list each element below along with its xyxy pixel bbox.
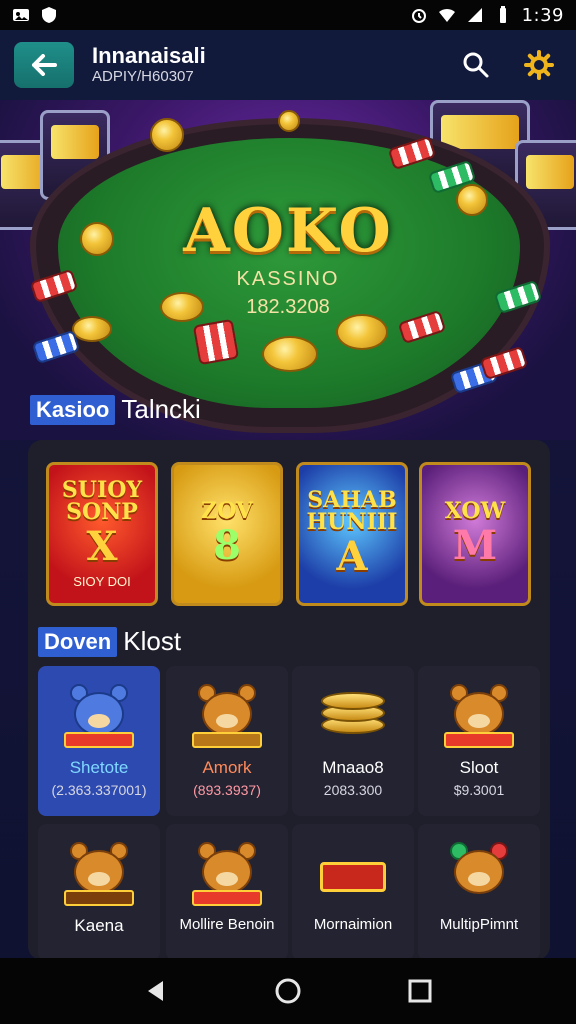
hero-banner[interactable]: AOKO KASSINO 182.3208 [0, 100, 576, 440]
shield-icon [42, 7, 56, 23]
section-title-featured: Kasioo Talncki [30, 394, 201, 425]
signal-icon [467, 8, 482, 22]
system-nav-bar [0, 958, 576, 1024]
back-nav-icon[interactable] [143, 978, 169, 1004]
battery-icon [499, 6, 506, 23]
coin-icon [336, 314, 388, 350]
game-tile[interactable]: Amork (893.3937) [166, 666, 288, 816]
section-label: Talncki [121, 394, 201, 424]
game-title: Amork [202, 758, 252, 777]
bear-icon [192, 680, 262, 750]
search-icon[interactable] [462, 51, 490, 79]
bear-icon [64, 838, 134, 908]
game-tile[interactable]: Mnaao8 2083.300 [292, 666, 414, 816]
game-title: Mornaimion [313, 916, 393, 933]
app-bar: Innanaisali ADPIY/H60307 [0, 30, 576, 100]
jackpot-amount: 182.3208 [246, 296, 330, 318]
casino-logo: AOKO [183, 196, 393, 266]
game-title: Kaena [74, 916, 124, 935]
game-tile[interactable]: Sloot $9.3001 [418, 666, 540, 816]
game-tile[interactable]: Mornaimion [292, 824, 414, 960]
section-tag: Kasioo [30, 394, 116, 425]
bear-icon [444, 680, 514, 750]
coin-stack-icon [321, 686, 385, 736]
coin-icon [150, 118, 184, 152]
image-icon [13, 9, 29, 21]
game-tile[interactable]: Shetote (2.363.337001) [38, 666, 160, 816]
section-title-slots: Doven Klost [38, 626, 181, 657]
gear-icon[interactable] [524, 50, 554, 80]
casino-logo-subtitle: KASSINO [236, 268, 340, 290]
game-value: (2.363.337001) [51, 782, 147, 798]
bear-icon [444, 838, 514, 908]
game-title: Mnaao8 [322, 758, 384, 777]
game-tile[interactable]: Kaena [38, 824, 160, 960]
featured-game-card[interactable]: XOW M [419, 462, 531, 606]
game-tile[interactable]: MultipPimnt [418, 824, 540, 960]
game-title: Sloot [459, 758, 499, 777]
arrow-left-icon [32, 54, 57, 76]
game-title: Shetote [69, 758, 129, 777]
clock: 1:39 [521, 4, 564, 26]
coin-icon [72, 316, 112, 342]
section-label: Klost [123, 626, 182, 656]
section-tag: Doven [38, 626, 118, 657]
dice-icon [192, 318, 240, 366]
wifi-icon [438, 8, 455, 22]
page-subtitle: ADPIY/H60307 [92, 68, 194, 85]
game-value: $9.3001 [453, 782, 505, 798]
bear-icon [64, 680, 134, 750]
bear-icon [192, 838, 262, 908]
coin-icon [278, 110, 300, 132]
game-value: 2083.300 [323, 782, 383, 798]
casino-chip-icon [31, 329, 81, 365]
game-title: MultipPimnt [439, 916, 519, 933]
status-bar: 1:39 [0, 0, 576, 30]
back-button[interactable] [14, 42, 74, 88]
games-panel: SUIOY SONP X SIOY DOI ZOV 8 SAHAB HUNIII… [28, 440, 550, 960]
alarm-icon [411, 9, 426, 23]
game-value: (893.3937) [193, 782, 261, 798]
home-nav-icon[interactable] [274, 977, 302, 1005]
banner-icon [318, 838, 388, 908]
featured-game-card[interactable]: SAHAB HUNIII A [296, 462, 408, 606]
featured-game-card[interactable]: ZOV 8 [171, 462, 283, 606]
recents-nav-icon[interactable] [407, 978, 433, 1004]
featured-game-card[interactable]: SUIOY SONP X SIOY DOI [46, 462, 158, 606]
game-title: Mollire Benoin [179, 916, 275, 933]
game-tile[interactable]: Mollire Benoin [166, 824, 288, 960]
coin-icon [262, 336, 318, 372]
app-screen: 1:39 Innanaisali ADPIY/H60307 AOKO KASSI… [0, 0, 576, 1024]
page-title: Innanaisali [92, 43, 206, 68]
